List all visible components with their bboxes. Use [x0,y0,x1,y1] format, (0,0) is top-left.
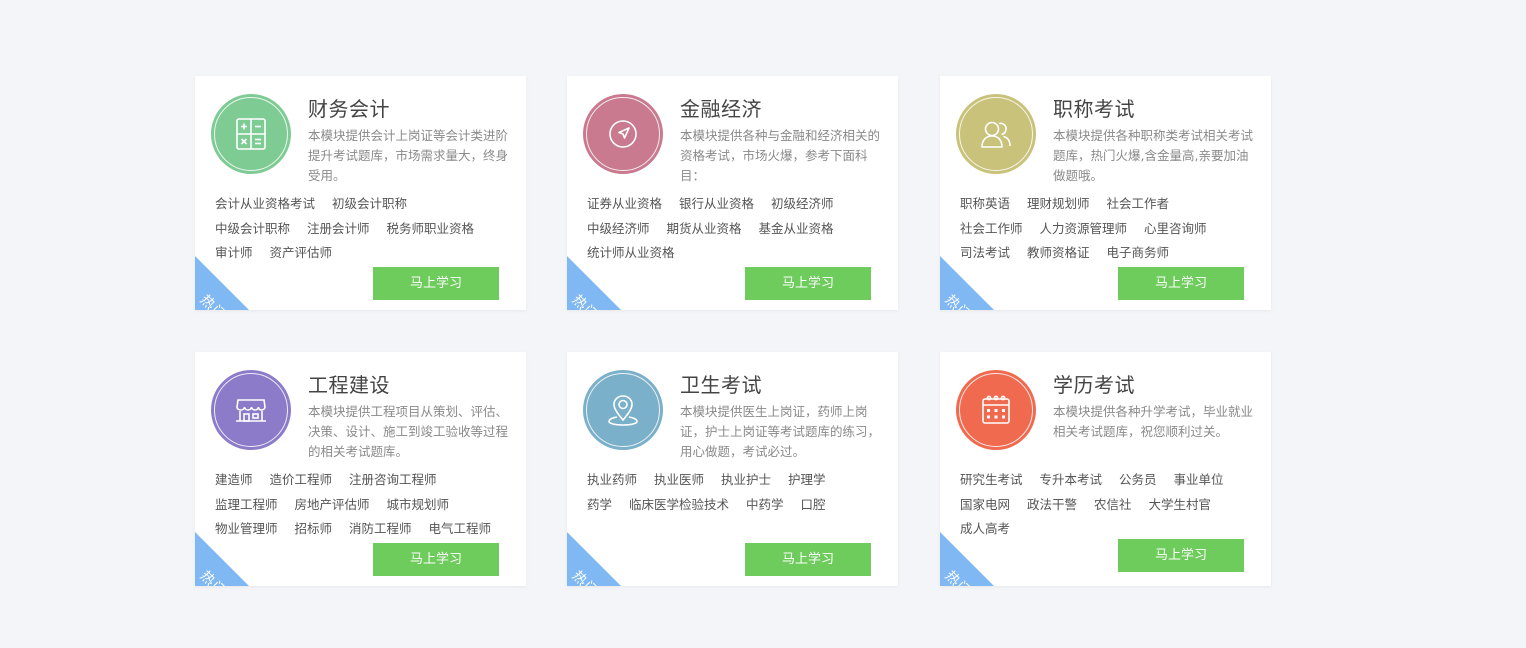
start-learning-button[interactable]: 马上学习 [373,267,499,300]
tag-link[interactable]: 初级会计职称 [332,196,407,211]
tag-link[interactable]: 农信社 [1094,497,1132,512]
tag-list: 证券从业资格 银行从业资格 初级经济师 中级经济师 期货从业资格 基金从业资格 … [587,192,877,266]
tag-list: 建造师 造价工程师 注册咨询工程师 监理工程师 房地产评估师 城市规划师 物业管… [215,468,505,542]
card-icon-circle [956,370,1036,450]
tag-link[interactable]: 执业医师 [654,472,704,487]
card-title: 工程建设 [308,373,390,397]
tag-list: 执业药师 执业医师 执业护士 护理学 药学 临床医学检验技术 中药学 口腔 [587,468,877,517]
calculator-icon [236,118,266,150]
card-icon-circle [956,94,1036,174]
tag-link[interactable]: 监理工程师 [215,497,278,512]
tag-link[interactable]: 会计从业资格考试 [215,196,315,211]
tag-link[interactable]: 中级会计职称 [215,221,290,236]
tag-link[interactable]: 税务师职业资格 [387,221,475,236]
tag-link[interactable]: 房地产评估师 [295,497,370,512]
card-icon-circle [583,94,663,174]
start-learning-button[interactable]: 马上学习 [1118,539,1244,572]
card-description: 本模块提供医生上岗证，药师上岗证，护士上岗证等考试题库的练习，用心做题，考试必过… [680,404,881,459]
category-card-engineering: 工程建设 本模块提供工程项目从策划、评估、决策、设计、施工到竣工验收等过程的相关… [195,352,526,586]
tag-link[interactable]: 中药学 [746,497,784,512]
tag-link[interactable]: 大学生村官 [1149,497,1212,512]
tag-link[interactable]: 执业药师 [587,472,637,487]
tag-link[interactable]: 专升本考试 [1040,472,1103,487]
card-title: 职称考试 [1053,97,1135,121]
card-icon-circle [211,370,291,450]
category-card-education: 学历考试 本模块提供各种升学考试，毕业就业相关考试题库，祝您顺利过关。 研究生考… [940,352,1271,586]
tag-link[interactable]: 国家电网 [960,497,1010,512]
users-icon [981,121,1011,148]
category-card-professional-title: 职称考试 本模块提供各种职称类考试相关考试题库，热门火爆,含金量高,亲要加油做题… [940,76,1271,310]
category-card-finance-economics: 金融经济 本模块提供各种与金融和经济相关的资格考试，市场火爆，参考下面科目： 证… [567,76,898,310]
card-description: 本模块提供会计上岗证等会计类进阶提升考试题库，市场需求量大，终身受用。 [308,128,509,183]
shop-icon [236,399,266,422]
card-title: 金融经济 [680,97,762,121]
category-card-finance: 财务会计 本模块提供会计上岗证等会计类进阶提升考试题库，市场需求量大，终身受用。… [195,76,526,310]
tag-link[interactable]: 事业单位 [1174,472,1224,487]
tag-link[interactable]: 研究生考试 [960,472,1023,487]
start-learning-button[interactable]: 马上学习 [745,267,871,300]
card-title: 财务会计 [308,97,390,121]
tag-link[interactable]: 口腔 [801,497,826,512]
location-pin-icon [608,395,638,426]
tag-link[interactable]: 证券从业资格 [587,196,662,211]
tag-link[interactable]: 电子商务师 [1107,245,1170,260]
tag-link[interactable]: 社会工作者 [1107,196,1170,211]
tag-link[interactable]: 中级经济师 [587,221,650,236]
compass-icon [609,120,637,148]
card-icon-circle [211,94,291,174]
start-learning-button[interactable]: 马上学习 [373,543,499,576]
category-card-health: 卫生考试 本模块提供医生上岗证，药师上岗证，护士上岗证等考试题库的练习，用心做题… [567,352,898,586]
card-description: 本模块提供工程项目从策划、评估、决策、设计、施工到竣工验收等过程的相关考试题库。 [308,404,509,459]
tag-link[interactable]: 注册咨询工程师 [349,472,437,487]
card-description: 本模块提供各种与金融和经济相关的资格考试，市场火爆，参考下面科目： [680,128,881,183]
tag-link[interactable]: 基金从业资格 [759,221,834,236]
tag-link[interactable]: 护理学 [788,472,826,487]
calendar-icon [982,395,1010,424]
card-description: 本模块提供各种职称类考试相关考试题库，热门火爆,含金量高,亲要加油做题哦。 [1053,128,1254,183]
card-icon-circle [583,370,663,450]
start-learning-button[interactable]: 马上学习 [1118,267,1244,300]
tag-link[interactable]: 电气工程师 [429,521,492,536]
card-description: 本模块提供各种升学考试，毕业就业相关考试题库，祝您顺利过关。 [1053,404,1254,439]
tag-link[interactable]: 理财规划师 [1027,196,1090,211]
tag-link[interactable]: 城市规划师 [387,497,450,512]
tag-link[interactable]: 注册会计师 [307,221,370,236]
tag-link[interactable]: 人力资源管理师 [1040,221,1128,236]
tag-link[interactable]: 招标师 [295,521,333,536]
tag-link[interactable]: 公务员 [1119,472,1157,487]
tag-link[interactable]: 初级经济师 [771,196,834,211]
tag-list: 研究生考试 专升本考试 公务员 事业单位 国家电网 政法干警 农信社 大学生村官… [960,468,1250,542]
tag-link[interactable]: 资产评估师 [270,245,333,260]
tag-link[interactable]: 临床医学检验技术 [629,497,729,512]
tag-list: 职称英语 理财规划师 社会工作者 社会工作师 人力资源管理师 心里咨询师 司法考… [960,192,1250,266]
tag-link[interactable]: 政法干警 [1027,497,1077,512]
tag-link[interactable]: 教师资格证 [1027,245,1090,260]
tag-link[interactable]: 银行从业资格 [679,196,754,211]
tag-link[interactable]: 心里咨询师 [1144,221,1207,236]
tag-link[interactable]: 期货从业资格 [667,221,742,236]
start-learning-button[interactable]: 马上学习 [745,543,871,576]
card-title: 学历考试 [1053,373,1135,397]
tag-link[interactable]: 药学 [587,497,612,512]
card-title: 卫生考试 [680,373,762,397]
tag-link[interactable]: 造价工程师 [270,472,333,487]
tag-link[interactable]: 消防工程师 [349,521,412,536]
tag-link[interactable]: 社会工作师 [960,221,1023,236]
tag-list: 会计从业资格考试 初级会计职称 中级会计职称 注册会计师 税务师职业资格 审计师… [215,192,505,266]
tag-link[interactable]: 建造师 [215,472,253,487]
tag-link[interactable]: 职称英语 [960,196,1010,211]
tag-link[interactable]: 执业护士 [721,472,771,487]
